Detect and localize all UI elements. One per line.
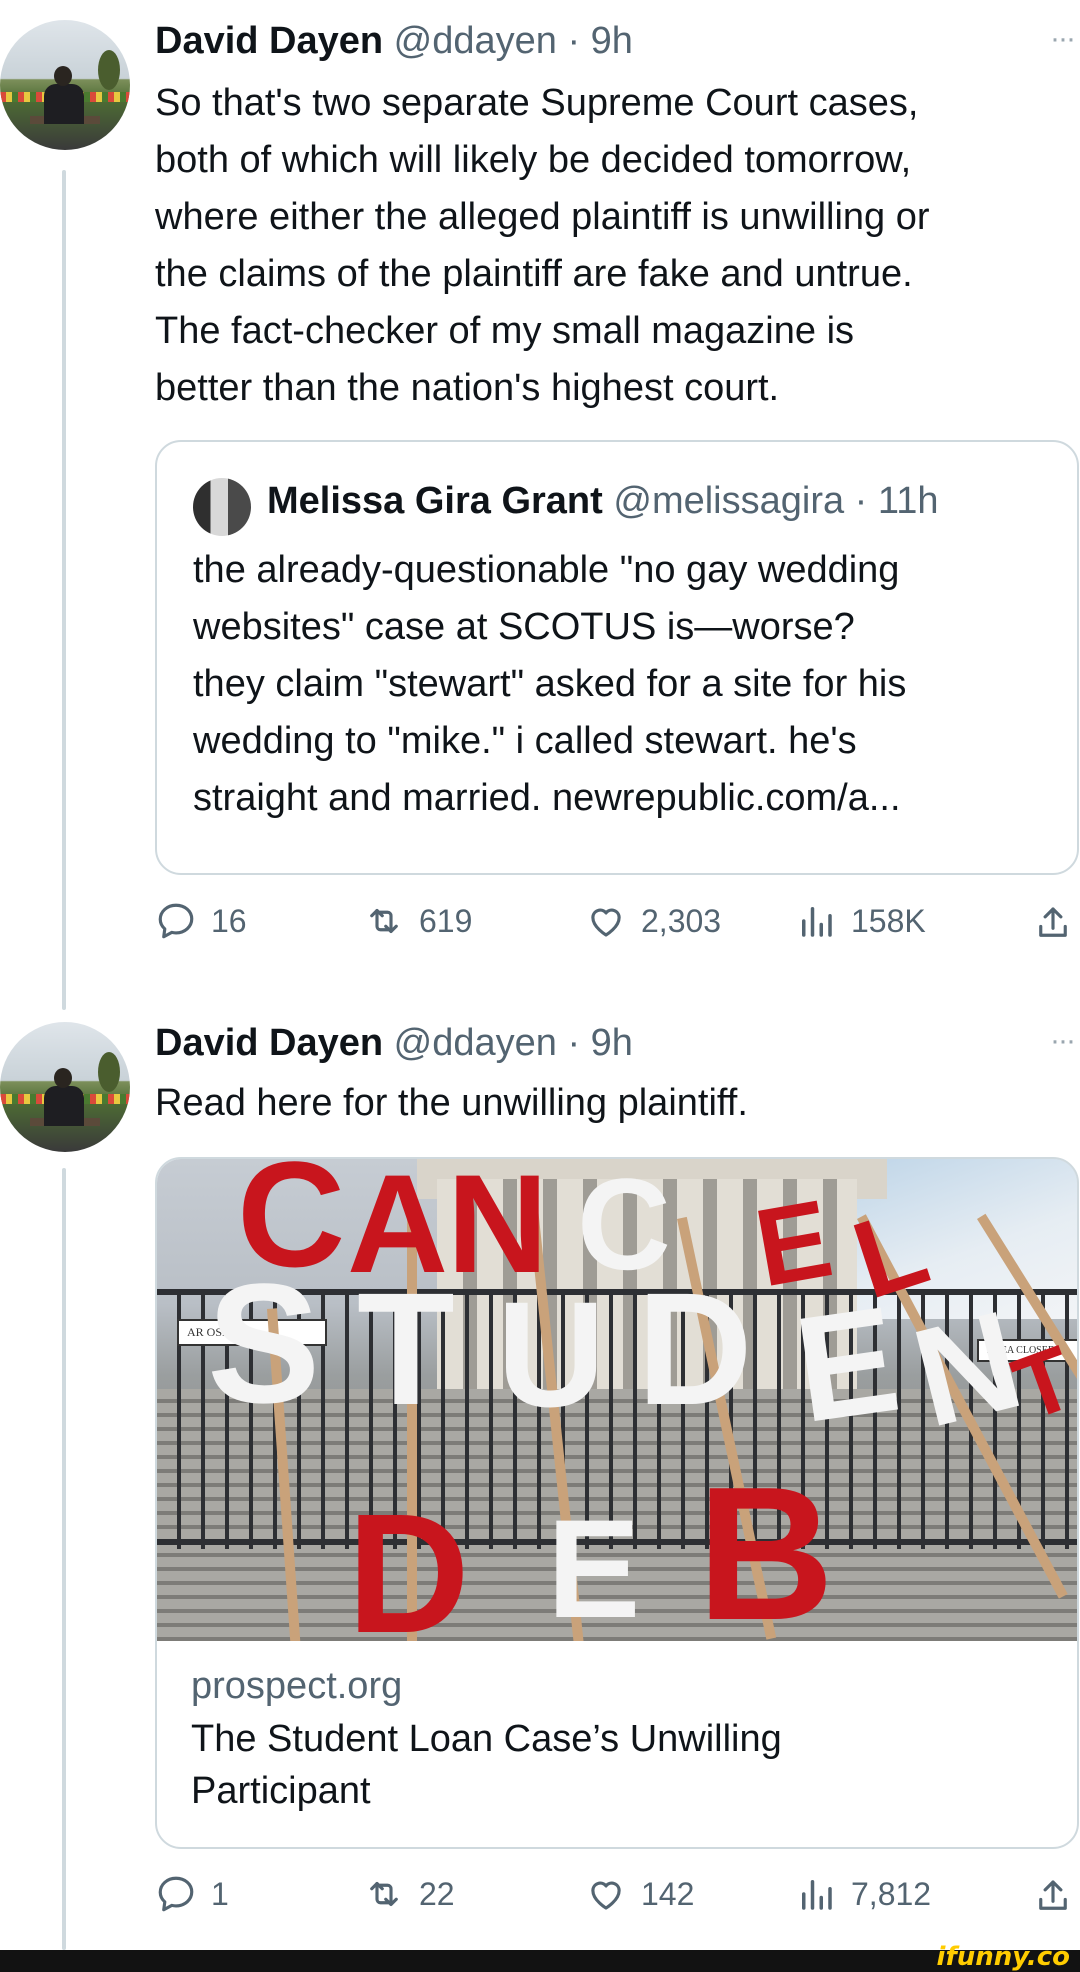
watermark-bar: ifunny.co	[0, 1942, 1080, 1972]
avatar[interactable]	[0, 1022, 130, 1152]
avatar-figure	[44, 84, 84, 124]
reply-icon	[158, 903, 194, 939]
image-letter: E	[785, 1273, 909, 1455]
tweet-header: David Dayen @ddayen · 9h	[155, 1022, 633, 1065]
share-icon	[1039, 1880, 1067, 1910]
reply-count: 1	[211, 1875, 229, 1912]
more-icon[interactable]: ···	[1050, 1024, 1076, 1058]
quote-text: the already-questionable "no gay wedding…	[193, 542, 1053, 827]
image-letter: D	[637, 1259, 753, 1438]
views-count: 7,812	[851, 1875, 932, 1912]
share-button[interactable]	[1032, 902, 1074, 949]
like-button[interactable]: 2,303	[585, 900, 721, 942]
quote-tweet-card[interactable]: Melissa Gira Grant @melissagira · 11h th…	[155, 440, 1079, 875]
like-icon	[591, 908, 621, 937]
link-title[interactable]: The Student Loan Case’s Unwilling Partic…	[191, 1713, 1051, 1817]
tweet-text-line: So that's two separate Supreme Court cas…	[155, 82, 919, 124]
quote-text-line: straight and married. newrepublic.com/a.…	[193, 777, 901, 819]
link-card-image[interactable]: AR OSED AREA CLOSED C A N C E L S T U D …	[157, 1159, 1077, 1641]
avatar[interactable]	[0, 20, 130, 150]
image-letter: B	[697, 1448, 835, 1641]
views-icon	[802, 1880, 832, 1910]
tweet-text-line: better than the nation's highest court.	[155, 367, 780, 409]
image-letter: D	[347, 1479, 470, 1641]
link-card-meta[interactable]: prospect.org The Student Loan Case’s Unw…	[191, 1659, 1051, 1817]
thread-line	[62, 170, 66, 1010]
quote-text-line: the already-questionable "no gay wedding	[193, 549, 900, 591]
author-name[interactable]: David Dayen	[155, 20, 383, 62]
tweet-text-line: The fact-checker of my small magazine is	[155, 310, 855, 352]
like-count: 2,303	[641, 902, 722, 939]
author-handle-time[interactable]: @ddayen · 9h	[394, 20, 633, 62]
retweet-count: 619	[419, 902, 473, 939]
like-button[interactable]: 142	[585, 1873, 694, 1915]
image-letter: E	[547, 1490, 641, 1641]
share-icon	[1039, 907, 1067, 937]
link-domain[interactable]: prospect.org	[191, 1659, 1051, 1713]
avatar-tree	[98, 50, 120, 90]
avatar-figure	[44, 1086, 84, 1126]
tweet-text: Read here for the unwilling plaintiff.	[155, 1075, 1075, 1132]
author-name[interactable]: David Dayen	[155, 1022, 383, 1064]
share-button[interactable]	[1032, 1875, 1074, 1922]
quote-text-line: websites" case at SCOTUS is—worse?	[193, 606, 855, 648]
more-icon[interactable]: ···	[1050, 22, 1076, 56]
tweet-text-line: Read here for the unwilling plaintiff.	[155, 1082, 748, 1124]
reply-button[interactable]: 1	[155, 1873, 229, 1915]
views-button[interactable]: 7,812	[795, 1873, 931, 1915]
link-title-line: The Student Loan Case’s Unwilling	[191, 1718, 782, 1760]
avatar-figure-head	[54, 66, 72, 86]
retweet-icon	[370, 1881, 398, 1907]
quote-author-name: Melissa Gira Grant	[267, 480, 603, 522]
reply-button[interactable]: 16	[155, 900, 247, 942]
watermark-logo: ifunny.co	[936, 1942, 1070, 1972]
tweet-text: So that's two separate Supreme Court cas…	[155, 75, 1075, 417]
like-icon	[591, 1881, 621, 1910]
retweet-button[interactable]: 22	[363, 1873, 455, 1915]
tweet-text-line: the claims of the plaintiff are fake and…	[155, 253, 913, 295]
image-letter: S	[207, 1249, 321, 1439]
tweet-actions: 16 619 2,303 158K	[155, 900, 1080, 950]
link-card[interactable]: AR OSED AREA CLOSED C A N C E L S T U D …	[155, 1157, 1079, 1849]
reply-count: 16	[211, 902, 247, 939]
quote-header: Melissa Gira Grant @melissagira · 11h	[267, 480, 938, 523]
quote-avatar[interactable]	[193, 478, 251, 536]
like-count: 142	[641, 1875, 695, 1912]
retweet-count: 22	[419, 1875, 455, 1912]
tweet-header: David Dayen @ddayen · 9h	[155, 20, 633, 63]
retweet-button[interactable]: 619	[363, 900, 472, 942]
tweet-text-line: both of which will likely be decided tom…	[155, 139, 912, 181]
quote-text-line: wedding to "mike." i called stewart. he'…	[193, 720, 857, 762]
reply-icon	[158, 1876, 194, 1912]
thread-line	[62, 1168, 66, 1950]
views-button[interactable]: 158K	[795, 900, 926, 942]
quote-author-handle-time: @melissagira · 11h	[613, 480, 939, 522]
tweet-text-line: where either the alleged plaintiff is un…	[155, 196, 930, 238]
author-handle-time[interactable]: @ddayen · 9h	[394, 1022, 633, 1064]
quote-text-line: they claim "stewart" asked for a site fo…	[193, 663, 907, 705]
tweet-actions: 1 22 142 7,812	[155, 1873, 1080, 1923]
retweet-icon	[370, 908, 398, 934]
avatar-figure-head	[54, 1068, 72, 1088]
image-letter: U	[497, 1270, 606, 1438]
link-title-line: Participant	[191, 1770, 371, 1812]
image-letter: T	[357, 1259, 455, 1438]
views-count: 158K	[851, 902, 926, 939]
avatar-tree	[98, 1052, 120, 1092]
views-icon	[802, 907, 832, 937]
